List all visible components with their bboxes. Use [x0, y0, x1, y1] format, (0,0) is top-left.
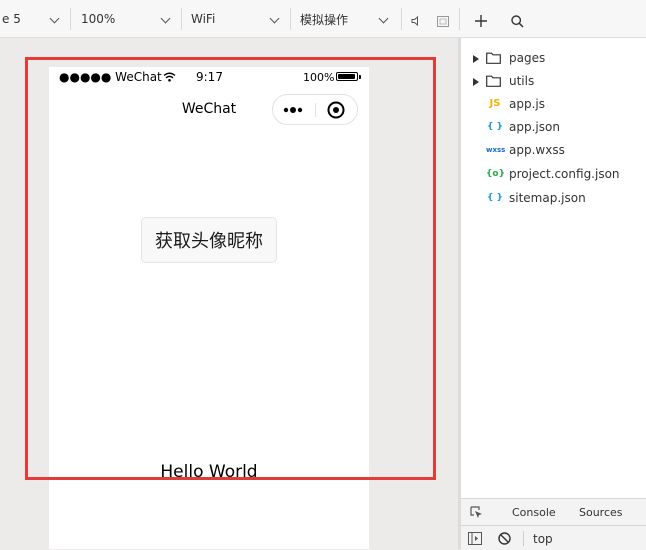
json-file-icon: { } [487, 193, 503, 203]
file-app-js[interactable]: JS app.js [461, 93, 646, 116]
zoom-chevron-down-icon[interactable] [160, 13, 171, 24]
devtools-panel: Console Sources top [461, 498, 646, 550]
clear-console-icon[interactable] [498, 532, 511, 545]
network-select-label: WiFi [191, 12, 216, 26]
capsule-menu [272, 94, 358, 125]
simulator-toolbar: e 5 100% WiFi 模拟操作 [0, 0, 646, 38]
network-select[interactable]: WiFi [191, 0, 215, 38]
config-file-icon: {o} [486, 169, 505, 179]
window-icon[interactable] [437, 16, 449, 27]
js-file-icon: JS [489, 98, 501, 109]
operation-chevron-down-icon[interactable] [378, 13, 389, 24]
folder-icon [486, 75, 501, 87]
file-name: sitemap.json [509, 191, 586, 205]
expand-arrow-icon[interactable] [473, 55, 479, 63]
file-name: app.wxss [509, 143, 565, 157]
plus-icon[interactable] [475, 15, 487, 27]
devtools-tabs: Console Sources [461, 499, 646, 526]
file-explorer: pages utils JS app.js { } app.json wxss … [461, 38, 646, 498]
json-file-icon: { } [487, 122, 503, 132]
folder-icon [486, 52, 501, 64]
folder-utils[interactable]: utils [461, 70, 646, 93]
more-dots-icon[interactable] [283, 106, 305, 114]
file-name: app.js [509, 97, 545, 111]
battery-percent: 100% [303, 71, 335, 84]
devtools-divider [523, 531, 524, 546]
folder-name: utils [509, 74, 535, 88]
folder-name: pages [509, 51, 546, 65]
toolbar-divider [290, 8, 291, 30]
device-chevron-down-icon[interactable] [49, 13, 60, 24]
phone-screen: ●●●●● WeChat 9:17 100% WeChat 获取头像昵称 Hel… [49, 67, 369, 549]
zoom-select-label: 100% [81, 12, 116, 26]
wxss-file-icon: wxss [486, 146, 506, 154]
folder-pages[interactable]: pages [461, 47, 646, 70]
status-time: 9:17 [196, 70, 223, 84]
network-chevron-down-icon[interactable] [269, 13, 280, 24]
carrier: ●●●●● WeChat [59, 70, 176, 84]
operation-select[interactable]: 模拟操作 [300, 0, 348, 38]
device-select-label: e 5 [2, 12, 21, 26]
tab-console[interactable]: Console [512, 506, 556, 519]
operation-select-label: 模拟操作 [300, 12, 349, 27]
toolbar-divider [401, 8, 402, 30]
search-icon[interactable] [511, 15, 524, 28]
expand-arrow-icon[interactable] [473, 78, 479, 86]
status-bar: ●●●●● WeChat 9:17 100% [49, 67, 369, 87]
file-app-json[interactable]: { } app.json [461, 116, 646, 139]
device-select[interactable]: e 5 [2, 0, 21, 38]
wifi-icon [163, 72, 176, 82]
toolbar-divider [459, 8, 460, 30]
close-miniprogram-icon[interactable] [327, 101, 345, 119]
hello-world-text: Hello World [160, 462, 258, 482]
tab-sources[interactable]: Sources [579, 506, 623, 519]
toolbar-divider [181, 8, 182, 30]
file-project-config-json[interactable]: {o} project.config.json [461, 163, 646, 186]
toolbar-divider [70, 8, 71, 30]
speaker-icon[interactable] [411, 16, 421, 26]
get-avatar-nickname-button[interactable]: 获取头像昵称 [141, 217, 277, 263]
carrier-label: ●●●●● WeChat [59, 70, 162, 84]
zoom-select[interactable]: 100% [81, 0, 115, 38]
file-name: app.json [509, 120, 560, 134]
battery-icon [336, 72, 361, 81]
file-app-wxss[interactable]: wxss app.wxss [461, 139, 646, 162]
sidebar-toggle-icon[interactable] [468, 532, 482, 545]
battery-fill [338, 74, 355, 79]
capsule-divider [315, 103, 316, 117]
file-sitemap-json[interactable]: { } sitemap.json [461, 187, 646, 210]
file-name: project.config.json [509, 167, 620, 181]
inspect-element-icon[interactable] [470, 506, 483, 519]
console-toolbar: top [461, 527, 646, 550]
context-select[interactable]: top [533, 532, 553, 546]
